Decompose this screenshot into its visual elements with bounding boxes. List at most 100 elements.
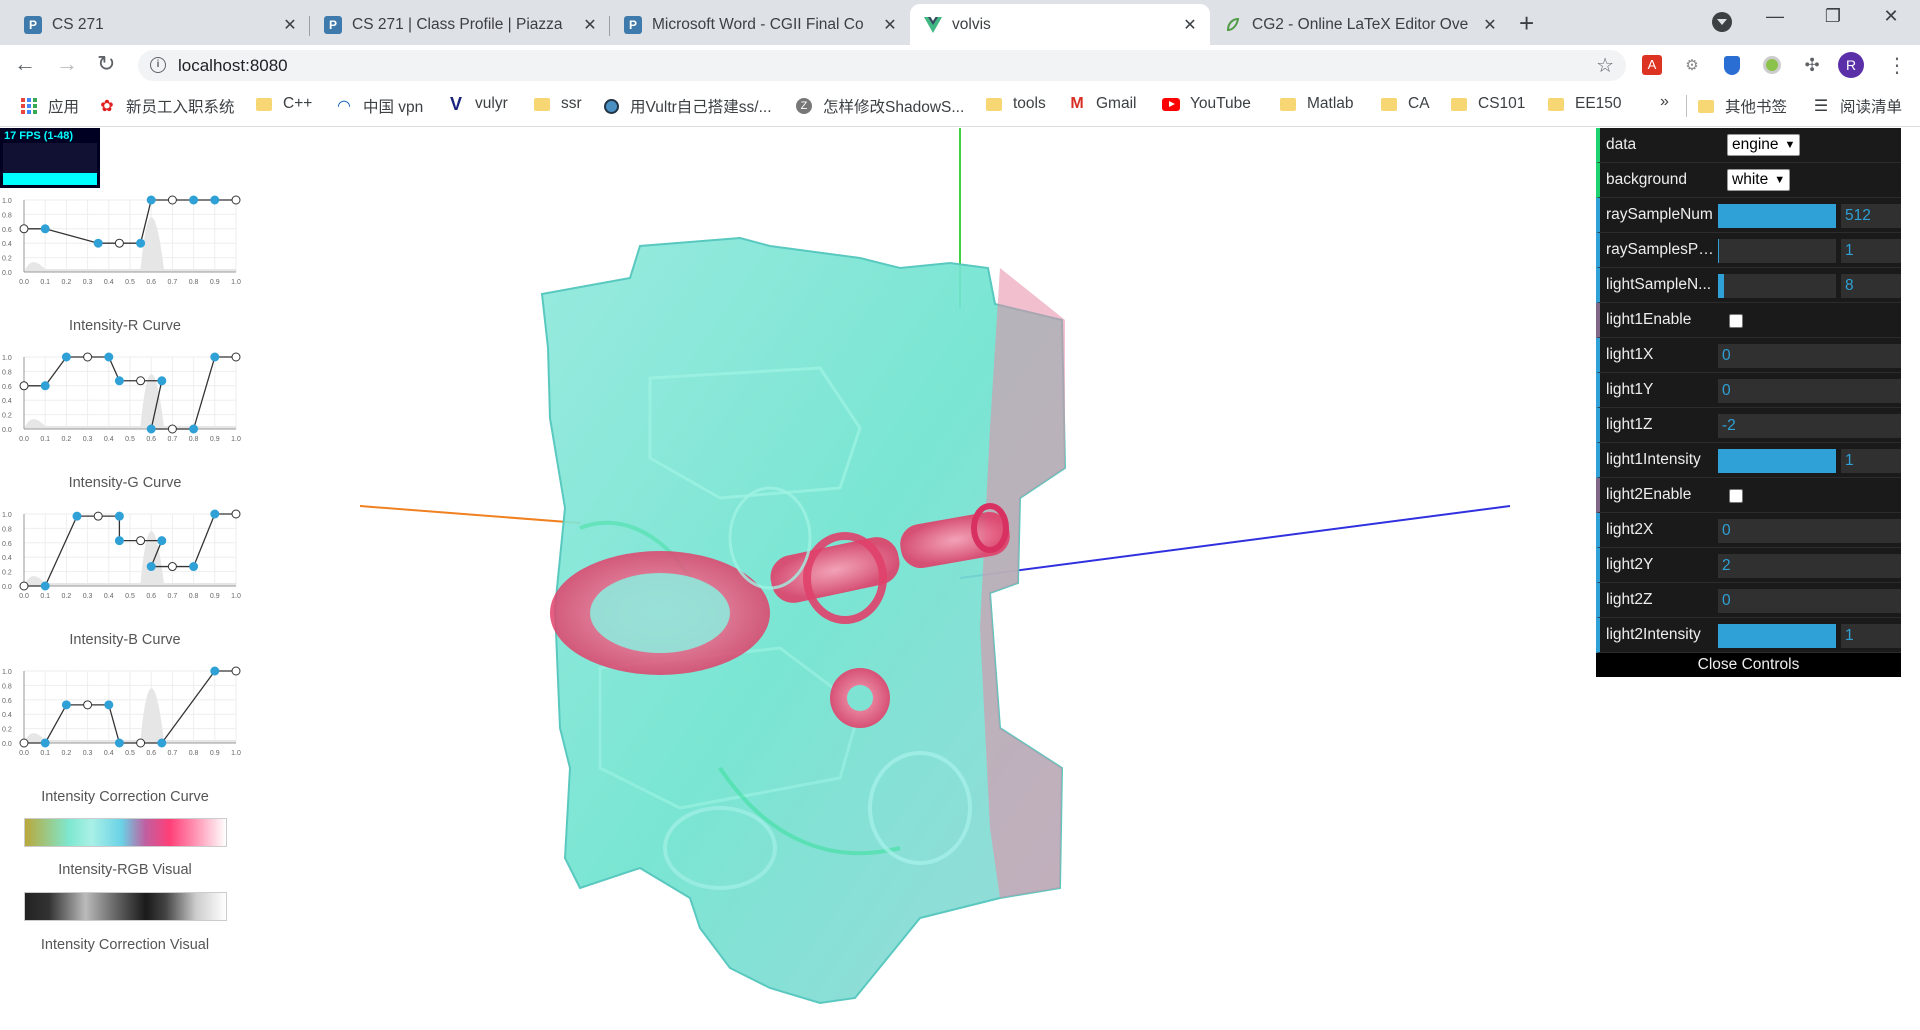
minimize-button[interactable]: — (1750, 6, 1800, 27)
data-select[interactable]: engine ▼ (1727, 134, 1801, 156)
raysamplenum-input[interactable]: 512 (1841, 204, 1901, 228)
curve-control-point[interactable] (157, 536, 167, 546)
light2intensity-slider[interactable] (1718, 624, 1836, 648)
bookmark-youtube[interactable]: YouTube (1162, 95, 1251, 113)
tab-overleaf[interactable]: CG2 - Online LaTeX Editor Ove ✕ (1210, 4, 1510, 45)
close-icon[interactable]: ✕ (280, 15, 300, 35)
acrobat-icon[interactable]: A (1640, 53, 1664, 77)
bookmark-folder-cpp[interactable]: C++ (255, 95, 312, 113)
light2y-input[interactable]: 2 (1718, 554, 1901, 578)
curve-control-point[interactable] (104, 352, 114, 362)
bookmark-folder-cs101[interactable]: CS101 (1450, 95, 1525, 113)
back-button[interactable]: ← (14, 51, 36, 77)
raysamplenum-slider[interactable] (1718, 204, 1836, 228)
bookmark-onboarding[interactable]: ✿ 新员工入职系统 (98, 95, 234, 117)
bookmark-folder-matlab[interactable]: Matlab (1279, 95, 1354, 113)
curve-anchor-point[interactable] (136, 738, 146, 748)
bookmark-apps[interactable]: 应用 (20, 95, 79, 117)
bookmark-folder-tools[interactable]: tools (985, 95, 1046, 113)
curve-anchor-point[interactable] (93, 511, 103, 521)
intensity-r-curve-chart[interactable]: 0.0 0.1 0.2 0.3 0.4 0.5 0.6 0.7 0.8 0.9 1.0 1.0 0.8 0… (0, 192, 250, 292)
curve-control-point[interactable] (146, 562, 156, 572)
curve-control-point[interactable] (40, 381, 50, 391)
address-bar[interactable]: i localhost:8080 ☆ (138, 50, 1626, 81)
shield-extension-icon[interactable] (1720, 53, 1744, 77)
tab-word-doc[interactable]: P Microsoft Word - CGII Final Co ✕ (610, 4, 910, 45)
curve-anchor-point[interactable] (231, 195, 241, 205)
curve-control-point[interactable] (210, 509, 220, 519)
light2enable-checkbox[interactable] (1729, 489, 1743, 503)
curve-control-point[interactable] (189, 195, 199, 205)
curve-anchor-point[interactable] (19, 381, 29, 391)
curve-control-point[interactable] (114, 738, 124, 748)
intensity-b-curve-chart[interactable]: 0.0 0.1 0.2 0.3 0.4 0.5 0.6 0.7 0.8 0.9 1.0 1.0 0.8 0… (0, 506, 250, 606)
curve-control-point[interactable] (210, 352, 220, 362)
curve-anchor-point[interactable] (19, 738, 29, 748)
curve-anchor-point[interactable] (19, 224, 29, 234)
curve-anchor-point[interactable] (167, 195, 177, 205)
new-tab-button[interactable]: + (1519, 8, 1534, 39)
curve-control-point[interactable] (157, 376, 167, 386)
light1x-input[interactable]: 0 (1718, 344, 1901, 368)
volume-render-viewport[interactable] (300, 128, 1590, 1030)
light1intensity-slider[interactable] (1718, 449, 1836, 473)
bookmark-star-icon[interactable]: ☆ (1596, 53, 1614, 78)
curve-control-point[interactable] (114, 511, 124, 521)
browser-menu-icon[interactable]: ⋮ (1887, 53, 1907, 78)
light1enable-checkbox[interactable] (1729, 314, 1743, 328)
bookmark-shadowsocks[interactable]: Z 怎样修改ShadowS... (795, 95, 964, 117)
close-controls-button[interactable]: Close Controls (1596, 653, 1901, 677)
curve-anchor-point[interactable] (114, 238, 124, 248)
curve-anchor-point[interactable] (136, 536, 146, 546)
curve-control-point[interactable] (189, 424, 199, 434)
restore-button[interactable]: ❐ (1808, 6, 1858, 27)
bookmark-folder-ee150[interactable]: EE150 (1547, 95, 1622, 113)
light1intensity-input[interactable]: 1 (1841, 449, 1901, 473)
close-icon[interactable]: ✕ (1480, 15, 1500, 35)
intensity-g-curve-chart[interactable]: 0.0 0.1 0.2 0.3 0.4 0.5 0.6 0.7 0.8 0.9 1.0 1.0 0.8 0… (0, 349, 250, 449)
lightsamplenum-slider[interactable] (1718, 274, 1836, 298)
intensity-correction-curve-chart[interactable]: 0.0 0.1 0.2 0.3 0.4 0.5 0.6 0.7 0.8 0.9 1.0 1.0 0.8 0… (0, 663, 250, 763)
lightsamplenum-input[interactable]: 8 (1841, 274, 1901, 298)
bookmark-vpn[interactable]: ◠ 中国 vpn (335, 95, 423, 117)
curve-control-point[interactable] (157, 738, 167, 748)
curve-control-point[interactable] (40, 738, 50, 748)
curve-control-point[interactable] (210, 195, 220, 205)
curve-control-point[interactable] (40, 224, 50, 234)
curve-anchor-point[interactable] (231, 352, 241, 362)
curve-control-point[interactable] (72, 511, 82, 521)
curve-control-point[interactable] (136, 238, 146, 248)
window-close-button[interactable]: ✕ (1866, 6, 1916, 27)
curve-control-point[interactable] (146, 424, 156, 434)
light2intensity-input[interactable]: 1 (1841, 624, 1901, 648)
bookmark-vultr[interactable]: V vulyr (447, 94, 508, 114)
curve-control-point[interactable] (189, 562, 199, 572)
close-icon[interactable]: ✕ (880, 15, 900, 35)
tab-piazza-profile[interactable]: P CS 271 | Class Profile | Piazza ✕ (310, 4, 610, 45)
profile-avatar[interactable]: R (1838, 52, 1864, 78)
fps-stats-panel[interactable]: 17 FPS (1-48) (0, 128, 100, 188)
curve-control-point[interactable] (210, 666, 220, 676)
curve-control-point[interactable] (114, 536, 124, 546)
curve-control-point[interactable] (61, 700, 71, 710)
curve-anchor-point[interactable] (231, 666, 241, 676)
close-icon[interactable]: ✕ (580, 15, 600, 35)
light2z-input[interactable]: 0 (1718, 589, 1901, 613)
light2x-input[interactable]: 0 (1718, 519, 1901, 543)
curve-control-point[interactable] (40, 581, 50, 591)
curve-anchor-point[interactable] (83, 352, 93, 362)
forward-button[interactable]: → (56, 51, 78, 77)
bookmark-folder-ssr[interactable]: ssr (533, 95, 582, 113)
other-bookmarks-folder[interactable]: 其他书签 (1697, 95, 1787, 117)
bookmarks-overflow-button[interactable]: » (1660, 93, 1669, 111)
tab-search-icon[interactable] (1712, 12, 1732, 32)
reading-list-button[interactable]: ☰ 阅读清单 (1812, 95, 1902, 117)
curve-control-point[interactable] (114, 376, 124, 386)
bicycle-extension-icon[interactable]: ⚙ (1680, 53, 1704, 77)
curve-anchor-point[interactable] (167, 562, 177, 572)
tab-cs271[interactable]: P CS 271 ✕ (10, 4, 310, 45)
curve-anchor-point[interactable] (167, 424, 177, 434)
background-select[interactable]: white ▼ (1727, 169, 1791, 191)
curve-anchor-point[interactable] (19, 581, 29, 591)
curve-anchor-point[interactable] (231, 509, 241, 519)
